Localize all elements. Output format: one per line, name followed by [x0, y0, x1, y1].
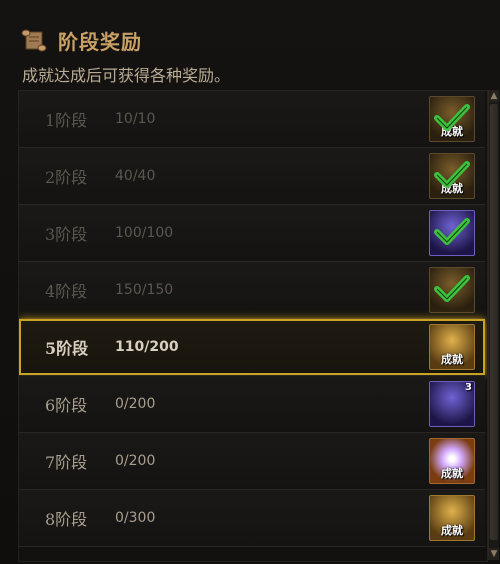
check-icon [434, 275, 470, 302]
stage-label: 3阶段 [45, 225, 88, 244]
stage-label: 7阶段 [45, 453, 88, 472]
scroll-down-icon[interactable]: ▼ [489, 548, 499, 560]
stage-label: 1阶段 [45, 111, 88, 130]
stage-label: 4阶段 [45, 282, 88, 301]
scrollbar[interactable]: ▲ ▼ [488, 90, 499, 560]
achievement-orb-icon[interactable]: 成就 [429, 438, 475, 484]
achievement-chest-icon[interactable]: 成就 [429, 495, 475, 541]
stage-progress: 10/10 [115, 111, 156, 127]
check-icon [434, 104, 470, 131]
stage-progress: 0/200 [115, 453, 156, 469]
achievement-badge-icon[interactable]: 成就 [429, 96, 475, 142]
stage-label: 2阶段 [45, 168, 88, 187]
stage-progress: 110/200 [115, 339, 179, 355]
stage-row[interactable]: 8阶段 0/300 成就 [19, 490, 485, 547]
panel-description: 成就达成后可获得各种奖励。 [22, 66, 231, 85]
stage-reward-panel: 阶段奖励 成就达成后可获得各种奖励。 1阶段 10/10 成就 2阶段 40/40 成就 3… [0, 0, 500, 564]
check-icon [434, 161, 470, 188]
scroll-card-icon[interactable]: 3 [429, 381, 475, 427]
stage-label: 8阶段 [45, 510, 88, 529]
stage-row[interactable]: 6阶段 0/200 3 [19, 376, 485, 433]
scroll-card-icon[interactable] [429, 210, 475, 256]
achievement-chest-icon[interactable]: 成就 [429, 324, 475, 370]
reward-label: 成就 [441, 467, 463, 480]
stage-row[interactable]: 3阶段 100/100 [19, 205, 485, 262]
page-title: 阶段奖励 [58, 29, 142, 54]
reward-label: 成就 [441, 524, 463, 537]
reward-label: 成就 [441, 353, 463, 366]
panel-header: 阶段奖励 [20, 22, 142, 58]
scroll-icon [20, 27, 48, 53]
reward-count: 3 [465, 382, 472, 393]
stage-row[interactable]: 5阶段 110/200 成就 [19, 319, 485, 376]
stage-progress: 40/40 [115, 168, 156, 184]
stage-row[interactable]: 1阶段 10/10 成就 [19, 91, 485, 148]
stage-label: 6阶段 [45, 396, 88, 415]
stage-progress: 150/150 [115, 282, 174, 298]
stage-row[interactable]: 2阶段 40/40 成就 [19, 148, 485, 205]
stage-progress: 0/300 [115, 510, 156, 526]
stage-progress: 100/100 [115, 225, 174, 241]
stage-row[interactable]: 4阶段 150/150 [19, 262, 485, 319]
check-icon [434, 218, 470, 245]
scroll-up-icon[interactable]: ▲ [489, 90, 499, 102]
stage-label: 5阶段 [45, 339, 89, 358]
stage-progress: 0/200 [115, 396, 156, 412]
stage-list: 1阶段 10/10 成就 2阶段 40/40 成就 3阶段 100/100 4阶段 150/150… [18, 90, 488, 562]
achievement-chest-icon[interactable]: 成就 [429, 153, 475, 199]
scroll-thumb[interactable] [490, 104, 498, 540]
stage-row[interactable]: 7阶段 0/200 成就 [19, 433, 485, 490]
achievement-badge-icon[interactable] [429, 267, 475, 313]
